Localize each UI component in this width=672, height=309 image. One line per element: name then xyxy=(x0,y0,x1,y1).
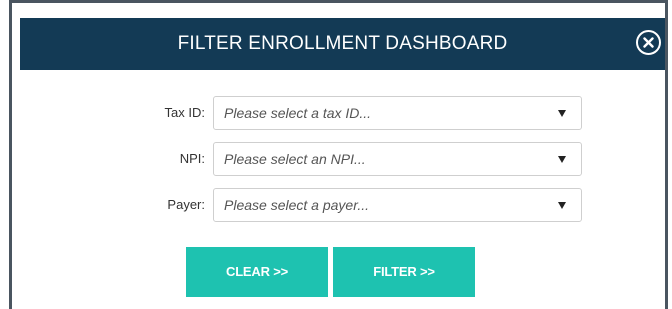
tax-id-row: Tax ID: Please select a tax ID... xyxy=(0,96,672,130)
npi-row: NPI: Please select an NPI... xyxy=(0,142,672,176)
payer-select[interactable]: Please select a payer... xyxy=(213,188,582,222)
tax-id-label: Tax ID: xyxy=(164,105,205,120)
dropdown-arrow-icon xyxy=(558,202,566,209)
tax-id-select[interactable]: Please select a tax ID... xyxy=(213,96,582,130)
clear-button[interactable]: CLEAR >> xyxy=(186,247,328,297)
tax-id-placeholder: Please select a tax ID... xyxy=(224,105,372,121)
payer-label: Payer: xyxy=(167,197,205,212)
payer-placeholder: Please select a payer... xyxy=(224,197,370,213)
modal-title: FILTER ENROLLMENT DASHBOARD xyxy=(177,33,508,54)
npi-select[interactable]: Please select an NPI... xyxy=(213,142,582,176)
close-button[interactable] xyxy=(636,30,661,55)
filter-button[interactable]: FILTER >> xyxy=(333,247,475,297)
dropdown-arrow-icon xyxy=(558,156,566,163)
close-circle-icon xyxy=(643,37,654,48)
modal-frame-top xyxy=(9,0,668,15)
npi-label: NPI: xyxy=(179,151,205,166)
payer-row: Payer: Please select a payer... xyxy=(0,188,672,222)
modal-header: FILTER ENROLLMENT DASHBOARD xyxy=(20,18,665,70)
dropdown-arrow-icon xyxy=(558,110,566,117)
npi-placeholder: Please select an NPI... xyxy=(224,151,366,167)
filter-modal-page: FILTER ENROLLMENT DASHBOARD Tax ID: Plea… xyxy=(0,0,672,309)
